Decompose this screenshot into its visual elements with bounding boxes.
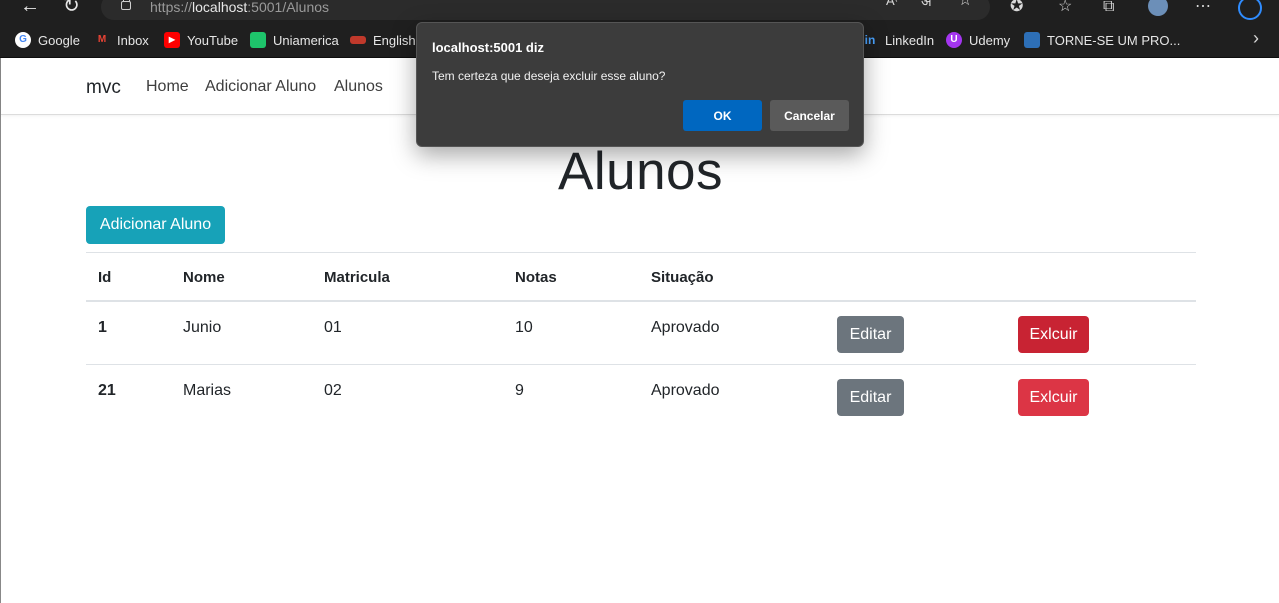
more-options-icon[interactable]: ⋯ — [1195, 0, 1211, 17]
refresh-icon[interactable]: ↻ — [63, 0, 80, 16]
extensions-icon[interactable]: ✪ — [1010, 0, 1023, 17]
cell-notas: 9 — [515, 382, 524, 399]
bookmark-inbox[interactable]: M Inbox — [94, 31, 149, 49]
englishc-icon — [350, 36, 366, 44]
browser-toolbar: ← ↻ https://localhost:5001/Alunos A⁽ अ ☆… — [0, 0, 1279, 20]
cell-id: 1 — [98, 319, 107, 336]
table-row: 21 Marias 02 9 Aprovado Editar Exlcuir — [86, 365, 1196, 428]
gmail-icon: M — [97, 34, 107, 45]
uniamerica-icon — [250, 32, 266, 48]
torne-se-icon — [1024, 32, 1040, 48]
udemy-icon: U — [946, 32, 962, 48]
column-header-notas: Notas — [515, 269, 557, 286]
bookmark-torne-se[interactable]: TORNE-SE UM PRO... — [1024, 31, 1180, 49]
nav-link-home[interactable]: Home — [146, 78, 189, 96]
lock-icon[interactable] — [121, 0, 131, 10]
cell-situacao: Aprovado — [651, 319, 720, 336]
bookmark-linkedin[interactable]: in LinkedIn — [862, 31, 935, 49]
bookmark-google[interactable]: G Google — [15, 31, 80, 49]
navbar-brand[interactable]: mvc — [86, 77, 121, 99]
favorites-icon[interactable]: ☆ — [1058, 0, 1072, 17]
add-favorite-icon[interactable]: ☆ — [958, 0, 972, 11]
bing-chat-icon[interactable] — [1238, 0, 1262, 20]
nav-link-adicionar-aluno[interactable]: Adicionar Aluno — [205, 78, 316, 96]
cell-id: 21 — [98, 382, 116, 399]
bookmark-uniamerica[interactable]: Uniamerica — [250, 31, 339, 49]
collections-icon[interactable]: ⧉ — [1103, 0, 1114, 17]
google-icon: G — [15, 32, 31, 48]
column-header-nome: Nome — [183, 269, 225, 286]
dialog-message: Tem certeza que deseja excluir esse alun… — [432, 69, 666, 83]
table-row: 1 Junio 01 10 Aprovado Editar Exlcuir — [86, 302, 1196, 365]
nav-link-alunos[interactable]: Alunos — [334, 78, 383, 96]
cell-notas: 10 — [515, 319, 533, 336]
chevron-right-icon[interactable]: › — [1253, 28, 1259, 49]
column-header-situacao: Situação — [651, 269, 714, 286]
edit-button[interactable]: Editar — [837, 316, 904, 353]
column-header-matricula: Matricula — [324, 269, 390, 286]
cell-situacao: Aprovado — [651, 382, 720, 399]
edit-button[interactable]: Editar — [837, 379, 904, 416]
cell-nome: Marias — [183, 382, 232, 399]
cancel-button[interactable]: Cancelar — [770, 100, 849, 131]
youtube-icon: ▶ — [164, 32, 180, 48]
cell-matricula: 01 — [324, 319, 342, 336]
translate-icon[interactable]: अ — [921, 0, 932, 11]
cell-matricula: 02 — [324, 382, 342, 399]
bookmark-udemy[interactable]: U Udemy — [946, 31, 1010, 49]
confirm-dialog: localhost:5001 diz Tem certeza que desej… — [416, 22, 864, 147]
page-title: Alunos — [557, 142, 724, 201]
column-header-id: Id — [98, 269, 112, 286]
ok-button[interactable]: OK — [683, 100, 762, 131]
cell-nome: Junio — [183, 319, 222, 336]
profile-icon[interactable] — [1148, 0, 1168, 16]
read-aloud-icon[interactable]: A⁽ — [886, 0, 898, 11]
bookmark-englishc[interactable]: EnglishC — [350, 31, 425, 49]
delete-button[interactable]: Exlcuir — [1018, 316, 1089, 353]
delete-button[interactable]: Exlcuir — [1018, 379, 1089, 416]
bookmark-youtube[interactable]: ▶ YouTube — [164, 31, 238, 49]
add-aluno-button[interactable]: Adicionar Aluno — [86, 206, 225, 244]
address-bar[interactable]: https://localhost:5001/Alunos A⁽ अ ☆ — [101, 0, 990, 20]
table-header: Id Nome Matricula Notas Situação — [86, 252, 1196, 302]
linkedin-icon: in — [864, 33, 876, 47]
url-text[interactable]: https://localhost:5001/Alunos — [150, 0, 329, 15]
dialog-title: localhost:5001 diz — [432, 40, 544, 55]
back-icon[interactable]: ← — [20, 0, 40, 16]
